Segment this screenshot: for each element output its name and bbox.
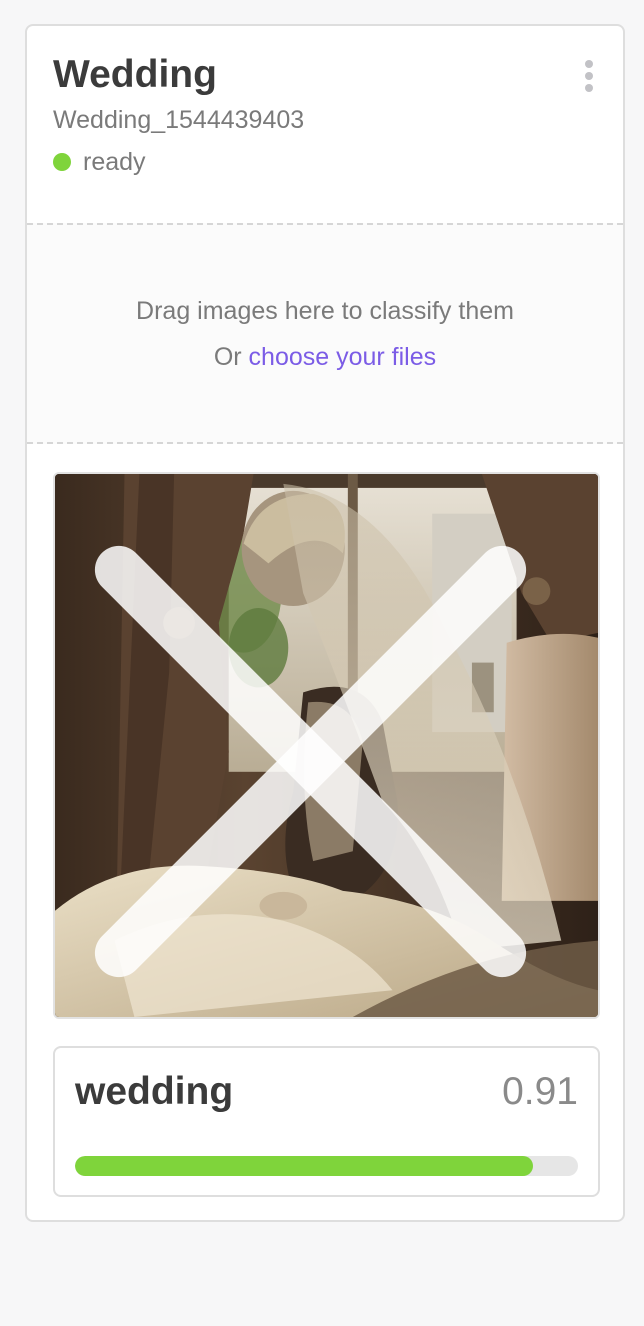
dropzone-prompt: Drag images here to classify them: [136, 296, 514, 325]
status-dot-icon: [53, 153, 71, 171]
dropzone-or-text: Or: [213, 342, 249, 371]
classified-image: [53, 472, 600, 1019]
menu-dot: [585, 72, 593, 80]
card-header: Wedding Wedding_1544439403 ready: [27, 26, 623, 223]
dropzone-choose-line: Or choose your files: [214, 334, 436, 380]
choose-files-link[interactable]: choose your files: [249, 343, 437, 371]
status-row: ready: [53, 146, 597, 178]
confidence-bar: [75, 1156, 578, 1176]
image-dropzone[interactable]: Drag images here to classify them Or cho…: [27, 223, 623, 444]
result-label: wedding: [75, 1070, 234, 1113]
status-text: ready: [83, 148, 146, 176]
menu-dot: [585, 84, 593, 92]
model-title: Wedding: [53, 53, 217, 96]
result-score: 0.91: [502, 1070, 578, 1113]
model-card: Wedding Wedding_1544439403 ready Drag im…: [25, 24, 625, 1222]
kebab-menu-icon[interactable]: [577, 56, 601, 96]
model-id: Wedding_1544439403: [53, 106, 305, 134]
menu-dot: [585, 60, 593, 68]
confidence-bar-fill: [75, 1156, 533, 1176]
close-icon[interactable]: [53, 490, 582, 1019]
classification-result: wedding 0.91: [53, 1046, 600, 1197]
